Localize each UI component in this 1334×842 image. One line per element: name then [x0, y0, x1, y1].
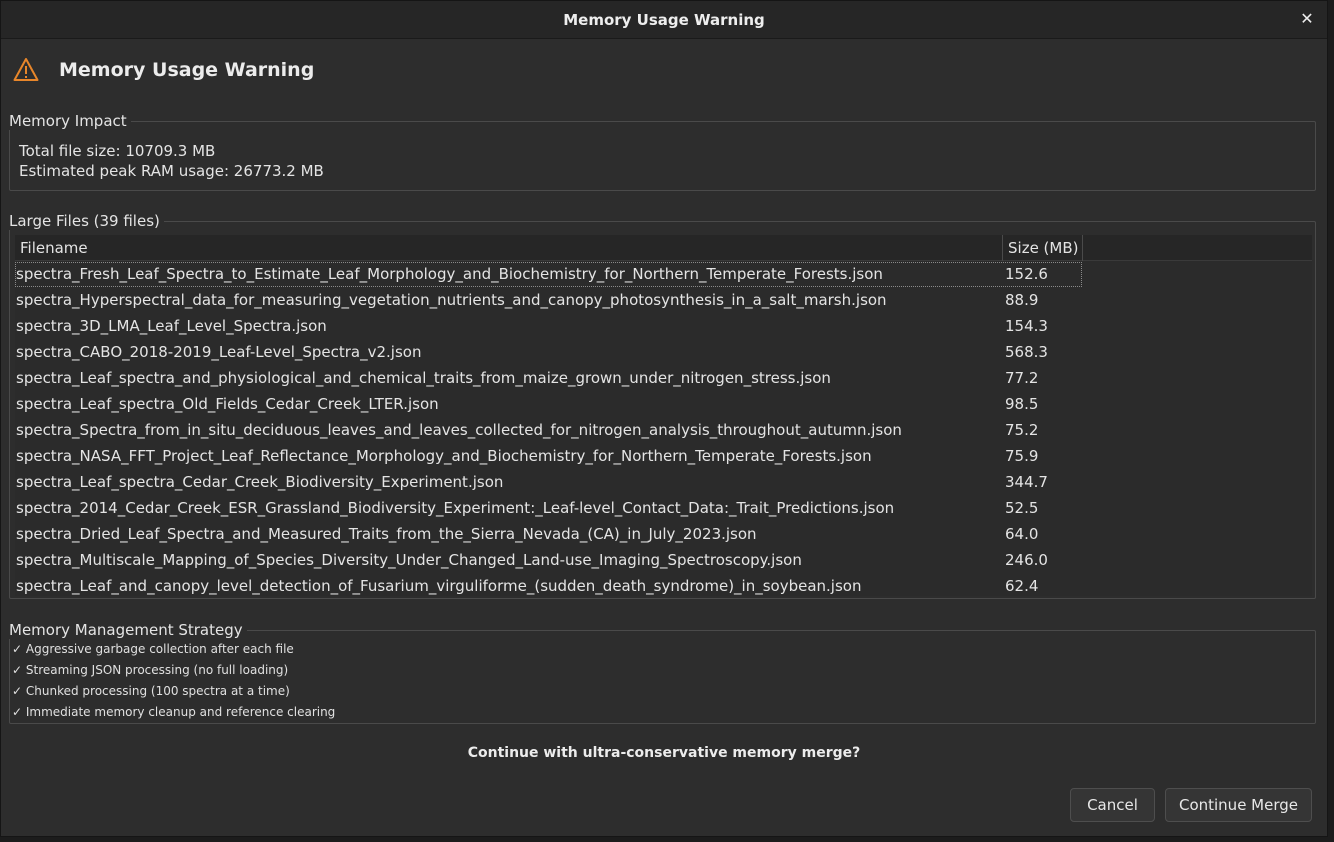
table-row[interactable]: spectra_Spectra_from_in_situ_deciduous_l…	[15, 417, 1312, 443]
row-filename: spectra_Leaf_spectra_Old_Fields_Cedar_Cr…	[16, 395, 439, 413]
strategy-label: Memory Management Strategy	[9, 621, 247, 639]
row-filename: spectra_3D_LMA_Leaf_Level_Spectra.json	[16, 317, 327, 335]
dialog-heading: Memory Usage Warning	[59, 59, 315, 81]
row-filename: spectra_NASA_FFT_Project_Leaf_Reflectanc…	[16, 447, 872, 465]
large-files-label: Large Files (39 files)	[9, 212, 164, 230]
title-bar[interactable]: Memory Usage Warning ✕	[1, 1, 1327, 39]
close-icon[interactable]: ✕	[1299, 10, 1315, 28]
table-row[interactable]: spectra_Fresh_Leaf_Spectra_to_Estimate_L…	[15, 261, 1312, 287]
row-filename: spectra_CABO_2018-2019_Leaf-Level_Spectr…	[16, 343, 422, 361]
row-size: 154.3	[1005, 317, 1048, 335]
column-header-filename[interactable]: Filename	[15, 235, 1003, 261]
strategy-item: ✓ Immediate memory cleanup and reference…	[12, 705, 336, 719]
table-header: Filename Size (MB)	[15, 235, 1312, 261]
table-row[interactable]: spectra_CABO_2018-2019_Leaf-Level_Spectr…	[15, 339, 1312, 365]
cancel-button[interactable]: Cancel	[1070, 788, 1155, 822]
row-size: 64.0	[1005, 525, 1039, 543]
row-filename: spectra_2014_Cedar_Creek_ESR_Grassland_B…	[16, 499, 895, 517]
confirmation-question: Continue with ultra-conservative memory …	[467, 745, 861, 761]
row-size: 52.5	[1005, 499, 1039, 517]
continue-merge-button[interactable]: Continue Merge	[1165, 788, 1312, 822]
row-filename: spectra_Spectra_from_in_situ_deciduous_l…	[16, 421, 902, 439]
estimated-peak-ram: Estimated peak RAM usage: 26773.2 MB	[19, 162, 324, 180]
table-row[interactable]: spectra_2014_Cedar_Creek_ESR_Grassland_B…	[15, 495, 1312, 521]
row-filename: spectra_Leaf_and_canopy_level_detection_…	[16, 577, 862, 595]
table-row[interactable]: spectra_Multiscale_Mapping_of_Species_Di…	[15, 547, 1312, 573]
table-row[interactable]: spectra_NASA_FFT_Project_Leaf_Reflectanc…	[15, 443, 1312, 469]
row-size: 75.2	[1005, 421, 1039, 439]
table-row[interactable]: spectra_3D_LMA_Leaf_Level_Spectra.json 15…	[15, 313, 1312, 339]
row-size: 88.9	[1005, 291, 1039, 309]
table-row[interactable]: spectra_Hyperspectral_data_for_measuring…	[15, 287, 1312, 313]
table-body: spectra_Fresh_Leaf_Spectra_to_Estimate_L…	[15, 261, 1312, 596]
table-row[interactable]: spectra_Dried_Leaf_Spectra_and_Measured_…	[15, 521, 1312, 547]
row-size: 62.4	[1005, 577, 1039, 595]
warning-triangle-icon	[13, 58, 39, 81]
strategy-item: ✓ Streaming JSON processing (no full loa…	[12, 663, 289, 677]
row-filename: spectra_Hyperspectral_data_for_measuring…	[16, 291, 887, 309]
row-size: 98.5	[1005, 395, 1039, 413]
table-row[interactable]: spectra_Leaf_spectra_Cedar_Creek_Biodive…	[15, 469, 1312, 495]
dialog-window: Memory Usage Warning ✕ Memory Usage Warn…	[0, 0, 1328, 837]
table-row[interactable]: spectra_Leaf_spectra_Old_Fields_Cedar_Cr…	[15, 391, 1312, 417]
row-size: 568.3	[1005, 343, 1048, 361]
row-size: 75.9	[1005, 447, 1039, 465]
background-edge	[1328, 0, 1334, 842]
row-filename: spectra_Leaf_spectra_Cedar_Creek_Biodive…	[16, 473, 504, 491]
memory-impact-label: Memory Impact	[9, 112, 131, 130]
table-row[interactable]: spectra_Leaf_spectra_and_physiological_a…	[15, 365, 1312, 391]
row-filename: spectra_Leaf_spectra_and_physiological_a…	[16, 369, 831, 387]
large-files-table[interactable]: Filename Size (MB) spectra_Fresh_Leaf_Sp…	[15, 235, 1312, 596]
column-header-size[interactable]: Size (MB)	[1003, 235, 1083, 261]
strategy-item: ✓ Aggressive garbage collection after ea…	[12, 642, 294, 656]
row-size: 344.7	[1005, 473, 1048, 491]
row-size: 77.2	[1005, 369, 1039, 387]
window-title: Memory Usage Warning	[563, 11, 765, 29]
row-size: 246.0	[1005, 551, 1048, 569]
strategy-item: ✓ Chunked processing (100 spectra at a t…	[12, 684, 290, 698]
row-filename: spectra_Multiscale_Mapping_of_Species_Di…	[16, 551, 802, 569]
row-size: 152.6	[1005, 265, 1048, 283]
row-filename: spectra_Dried_Leaf_Spectra_and_Measured_…	[16, 525, 757, 543]
total-file-size: Total file size: 10709.3 MB	[19, 142, 216, 160]
table-row[interactable]: spectra_Leaf_and_canopy_level_detection_…	[15, 573, 1312, 596]
row-filename: spectra_Fresh_Leaf_Spectra_to_Estimate_L…	[16, 265, 883, 283]
